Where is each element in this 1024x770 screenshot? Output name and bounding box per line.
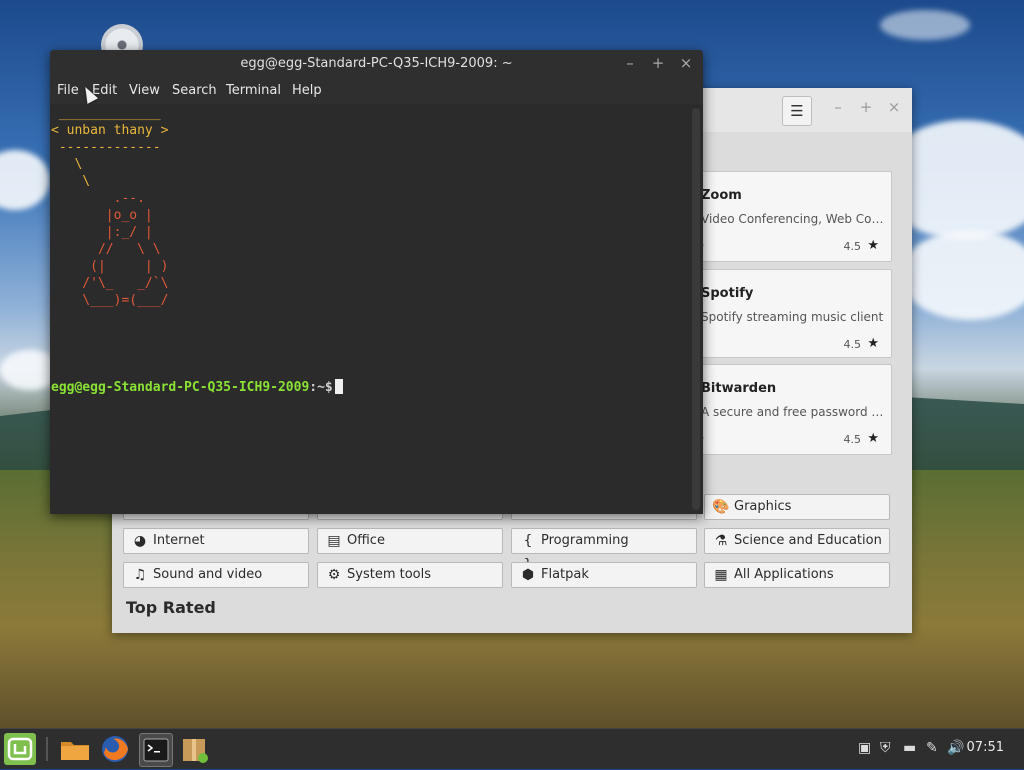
taskbar: ▣ ⛨ ▬ ✎ 🔊 07:51: [0, 728, 1024, 769]
app-description: A secure and free password m…: [701, 405, 885, 419]
app-description: Video Conferencing, Web Conf…: [701, 212, 885, 226]
tux-line: // \ \: [51, 242, 161, 257]
prompt-path: ~$: [317, 380, 333, 395]
prompt-user-host: egg@egg-Standard-PC-Q35-ICH9-2009: [51, 380, 310, 395]
package-icon: ⬢: [521, 567, 535, 583]
category-label: Sound and video: [153, 567, 263, 582]
category-system-tools[interactable]: ⚙ System tools: [317, 562, 503, 588]
music-note-icon: ♫: [133, 567, 147, 583]
star-icon: ★: [867, 336, 879, 351]
category-internet[interactable]: ◕ Internet: [123, 528, 309, 554]
terminal-window[interactable]: egg@egg-Standard-PC-Q35-ICH9-2009: ~ – +…: [50, 50, 703, 514]
app-title: Zoom: [701, 188, 742, 203]
menu-help[interactable]: Help: [292, 83, 322, 98]
minimize-button[interactable]: –: [828, 98, 848, 116]
package-manager-icon[interactable]: [179, 733, 211, 765]
terminal-icon[interactable]: [139, 733, 173, 767]
category-programming[interactable]: { } Programming: [511, 528, 697, 573]
app-card-zoom[interactable]: Zoom Video Conferencing, Web Conf… b 4.5…: [692, 171, 892, 262]
cowsay-message: < unban thany >: [51, 123, 169, 138]
folder-icon[interactable]: [59, 733, 91, 765]
category-label: Science and Education: [734, 533, 882, 548]
pen-icon[interactable]: ✎: [926, 740, 938, 756]
presentation-icon: ▤: [327, 533, 341, 549]
app-card-bitwarden[interactable]: Bitwarden A secure and free password m… …: [692, 364, 892, 455]
star-icon: ★: [867, 238, 879, 253]
tux-line: |:_/ |: [51, 225, 153, 240]
shield-icon[interactable]: ⛨: [880, 740, 891, 756]
hamburger-menu-button[interactable]: ☰: [782, 96, 812, 126]
scrollbar[interactable]: [692, 108, 700, 510]
cloud: [880, 10, 970, 40]
text-cursor: [334, 379, 343, 394]
section-heading-top-rated: Top Rated: [126, 598, 216, 617]
cloud: [900, 230, 1024, 320]
cowsay-tail: \: [51, 174, 91, 189]
grid-icon: ▦: [714, 567, 728, 583]
category-science[interactable]: ⚗ Science and Education: [704, 528, 890, 554]
category-office[interactable]: ▤ Office: [317, 528, 503, 554]
terminal-menubar: File Edit View Search Terminal Help: [50, 78, 703, 104]
tux-line: /'\_ _/`\: [51, 276, 169, 291]
volume-icon[interactable]: 🔊: [947, 740, 964, 756]
cowsay-bottom-border: -------------: [51, 140, 161, 155]
close-button[interactable]: ×: [884, 98, 904, 116]
app-rating: 4.5: [843, 338, 862, 351]
terminal-output[interactable]: _____________ < unban thany > ----------…: [50, 104, 690, 514]
category-flatpak[interactable]: ⬢ Flatpak: [511, 562, 697, 588]
shell-prompt: egg@egg-Standard-PC-Q35-ICH9-2009:~$: [51, 379, 343, 395]
category-label: Graphics: [734, 499, 792, 514]
terminal-titlebar[interactable]: egg@egg-Standard-PC-Q35-ICH9-2009: ~ – +…: [50, 50, 703, 78]
separator: [46, 737, 48, 761]
menu-search[interactable]: Search: [172, 83, 217, 98]
category-label: System tools: [347, 567, 431, 582]
close-button[interactable]: ×: [676, 54, 696, 72]
maximize-button[interactable]: +: [856, 98, 876, 116]
window-title: egg@egg-Standard-PC-Q35-ICH9-2009: ~: [240, 56, 513, 71]
clipboard-icon[interactable]: ▣: [858, 740, 871, 756]
category-label: Programming: [541, 533, 629, 548]
category-sound-video[interactable]: ♫ Sound and video: [123, 562, 309, 588]
globe-icon: ◕: [133, 533, 147, 549]
app-card-spotify[interactable]: Spotify Spotify streaming music client 4…: [692, 269, 892, 358]
tux-line: \___)=(___/: [51, 293, 169, 308]
flask-icon: ⚗: [714, 533, 728, 549]
category-all-applications[interactable]: ▦ All Applications: [704, 562, 890, 588]
category-label: Flatpak: [541, 567, 589, 582]
star-icon: ★: [867, 431, 879, 446]
menu-view[interactable]: View: [129, 83, 160, 98]
category-label: Office: [347, 533, 385, 548]
cowsay-tail: \: [51, 157, 83, 172]
app-rating: 4.5: [843, 240, 862, 253]
tux-line: .--.: [51, 191, 145, 206]
prompt-separator: :: [309, 380, 318, 395]
app-title: Bitwarden: [701, 381, 777, 396]
firefox-icon[interactable]: [99, 733, 131, 765]
tux-line: |o_o |: [51, 208, 153, 223]
cloud: [0, 150, 50, 210]
palette-icon: 🎨: [712, 499, 730, 515]
cowsay-top-border: _____________: [51, 106, 161, 121]
minimize-button[interactable]: –: [620, 54, 640, 72]
mint-menu-icon[interactable]: [4, 733, 36, 765]
tux-line: (| | ): [51, 259, 169, 274]
clock[interactable]: 07:51: [967, 740, 1004, 755]
maximize-button[interactable]: +: [648, 54, 668, 72]
category-graphics[interactable]: 🎨 Graphics: [704, 494, 890, 520]
app-title: Spotify: [701, 286, 754, 301]
app-rating: 4.5: [843, 433, 862, 446]
keyboard-icon[interactable]: ▬: [903, 740, 916, 756]
gear-icon: ⚙: [327, 567, 341, 583]
category-label: Internet: [153, 533, 205, 548]
menu-terminal[interactable]: Terminal: [226, 83, 281, 98]
app-description: Spotify streaming music client: [701, 310, 884, 324]
menu-file[interactable]: File: [57, 83, 79, 98]
category-label: All Applications: [734, 567, 834, 582]
